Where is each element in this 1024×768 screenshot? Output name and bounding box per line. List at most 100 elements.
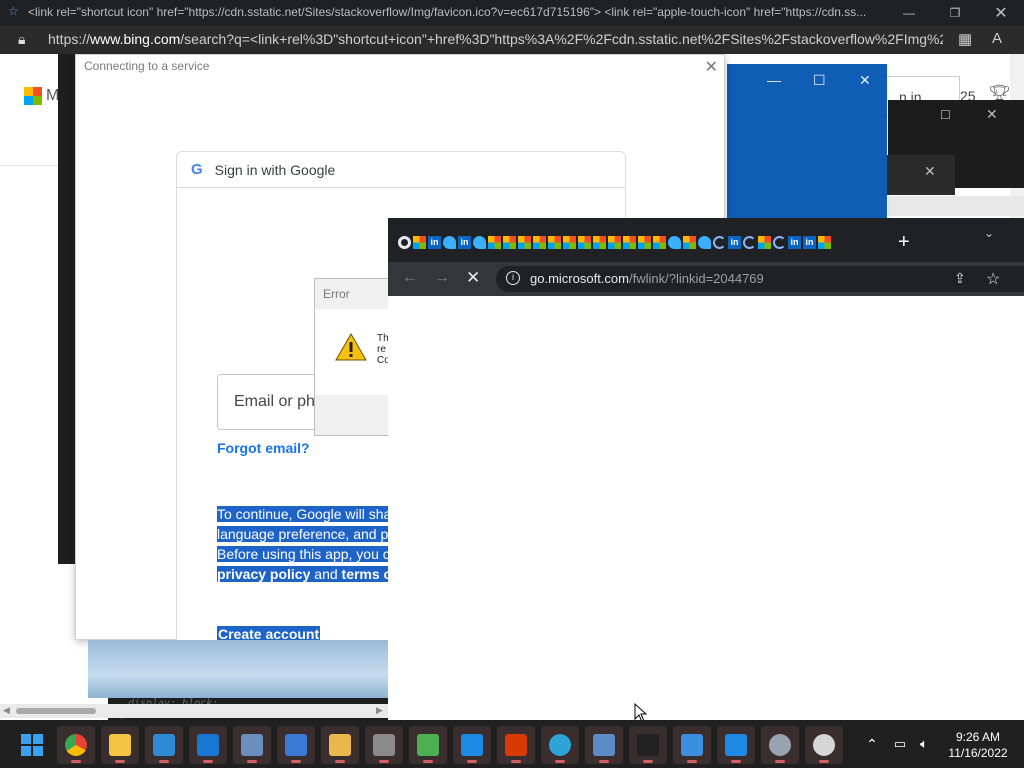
minimize-icon[interactable]: — <box>767 72 781 88</box>
omnibox[interactable]: i go.microsoft.com/fwlink/?linkid=204476… <box>496 266 1024 292</box>
share-icon[interactable]: ⇪ <box>954 270 966 287</box>
forward-icon[interactable]: → <box>434 269 450 287</box>
taskbar-terminal-button[interactable] <box>629 726 667 764</box>
taskbar-chrome-button[interactable] <box>57 726 95 764</box>
linkedin-tab-icon[interactable]: in <box>428 236 441 249</box>
chrome-toolbar: ← → ✕ i go.microsoft.com/fwlink/?linkid=… <box>388 262 1024 296</box>
new-tab-icon[interactable]: + <box>898 231 910 254</box>
chrome-window[interactable]: in in in in in + ⌄ ← → ✕ i go.microsoft.com/… <box>388 218 1024 720</box>
linkedin-tab-icon[interactable]: in <box>803 236 816 249</box>
minimize-icon[interactable]: — <box>886 0 932 26</box>
taskbar-control-panel-button[interactable] <box>585 726 623 764</box>
running-indicator <box>159 760 169 763</box>
taskbar-mail-button[interactable] <box>673 726 711 764</box>
microsoft-tab-icon[interactable] <box>608 236 621 249</box>
microsoft-tab-icon[interactable] <box>818 236 831 249</box>
microsoft-tab-icon[interactable] <box>683 236 696 249</box>
scroll-right-icon[interactable]: ▶ <box>376 705 383 716</box>
taskbar-app-circle-button[interactable] <box>805 726 843 764</box>
microsoft-tab-icon[interactable] <box>533 236 546 249</box>
microsoft-tab-icon[interactable] <box>653 236 666 249</box>
blue-app-window[interactable]: — ☐ ✕ <box>727 64 887 218</box>
info-icon[interactable]: i <box>506 271 520 285</box>
taskbar-user-folder-button[interactable] <box>321 726 359 764</box>
taskbar-spreadsheet-button[interactable] <box>409 726 447 764</box>
microsoft-tab-icon[interactable] <box>488 236 501 249</box>
maximize-icon[interactable]: ☐ <box>813 72 826 89</box>
microsoft-tab-icon[interactable] <box>758 236 771 249</box>
horizontal-scrollbar[interactable]: ◀ ▶ <box>0 704 388 718</box>
start-button[interactable] <box>13 726 51 764</box>
network-icon[interactable]: ▭ <box>890 720 910 768</box>
microsoft-tab-icon[interactable] <box>518 236 531 249</box>
terms-link[interactable]: terms o <box>341 566 393 582</box>
address-url[interactable]: https://www.bing.com/search?q=<link+rel%… <box>48 31 943 47</box>
windows-logo-icon <box>21 734 43 756</box>
edge-tab-icon[interactable] <box>473 236 486 249</box>
microsoft-tab-icon[interactable] <box>503 236 516 249</box>
stop-loading-icon[interactable]: ✕ <box>466 268 480 288</box>
taskbar-settings-button[interactable] <box>761 726 799 764</box>
edge-tab-icon[interactable] <box>443 236 456 249</box>
consent-text: To continue, Google will sha language pr… <box>217 504 417 584</box>
close-icon[interactable]: ✕ <box>705 57 718 77</box>
microsoft-tab-icon[interactable] <box>593 236 606 249</box>
window-title-bar: ☆ <link rel="shortcut icon" href="https:… <box>0 0 1024 26</box>
running-indicator <box>819 760 829 763</box>
close-icon[interactable]: ✕ <box>924 163 936 180</box>
volume-icon[interactable]: 🔈︎ <box>914 720 934 768</box>
taskbar-notepad-button[interactable] <box>277 726 315 764</box>
close-icon[interactable]: ✕ <box>859 72 871 89</box>
taskbar-defender-button[interactable] <box>189 726 227 764</box>
loading-tab-icon[interactable] <box>773 236 786 249</box>
taskbar-file-explorer-button[interactable] <box>101 726 139 764</box>
address-bar[interactable]: 🔒︎ https://www.bing.com/search?q=<link+r… <box>0 26 1024 54</box>
linkedin-tab-icon[interactable]: in <box>788 236 801 249</box>
globe-icon <box>549 734 571 756</box>
microsoft-tab-icon[interactable] <box>623 236 636 249</box>
maximize-icon[interactable]: ❐ <box>932 0 978 26</box>
taskbar-calendar-button[interactable] <box>717 726 755 764</box>
taskbar-clock[interactable]: 9:26 AM 11/16/2022 <box>940 729 1016 761</box>
linkedin-tab-icon[interactable]: in <box>458 236 471 249</box>
microsoft-tab-icon[interactable] <box>413 236 426 249</box>
edge-tab-icon[interactable] <box>698 236 711 249</box>
chrome-tab-icon[interactable] <box>398 236 411 249</box>
error-title: Error <box>323 287 350 301</box>
running-indicator <box>555 760 565 763</box>
running-indicator <box>115 760 125 763</box>
close-icon[interactable]: ✕ <box>978 0 1024 26</box>
read-aloud-icon[interactable]: A <box>992 30 1002 47</box>
lock-icon: 🔒︎ <box>18 31 26 47</box>
taskbar-photos-button[interactable] <box>145 726 183 764</box>
bookmark-star-icon[interactable]: ☆ <box>986 269 1000 289</box>
photos-icon <box>153 734 175 756</box>
taskbar-office-button[interactable] <box>497 726 535 764</box>
back-icon[interactable]: ← <box>402 269 418 287</box>
network-icon <box>241 734 263 756</box>
microsoft-tab-icon[interactable] <box>563 236 576 249</box>
edge-tab-icon[interactable] <box>668 236 681 249</box>
forgot-email-link[interactable]: Forgot email? <box>217 440 310 456</box>
taskbar-mail-window-button[interactable] <box>453 726 491 764</box>
consent-and: and <box>310 566 342 582</box>
apps-icon[interactable]: ▦ <box>958 30 972 48</box>
taskbar-installer-button[interactable] <box>365 726 403 764</box>
loading-tab-icon[interactable] <box>743 236 756 249</box>
linkedin-tab-icon[interactable]: in <box>728 236 741 249</box>
maximize-icon[interactable]: ☐ <box>940 108 951 122</box>
chevron-up-icon[interactable]: ⌃ <box>862 720 882 768</box>
microsoft-tab-icon[interactable] <box>548 236 561 249</box>
loading-tab-icon[interactable] <box>713 236 726 249</box>
omnibox-url[interactable]: go.microsoft.com/fwlink/?linkid=2044769 <box>530 271 764 286</box>
scrollbar-thumb[interactable] <box>16 708 96 714</box>
privacy-policy-link[interactable]: privacy policy <box>217 566 311 582</box>
microsoft-tab-icon[interactable] <box>638 236 651 249</box>
taskbar-globe-button[interactable] <box>541 726 579 764</box>
mail-window-icon <box>461 734 483 756</box>
chevron-down-icon[interactable]: ⌄ <box>984 226 994 240</box>
close-icon[interactable]: ✕ <box>986 106 998 123</box>
taskbar-network-button[interactable] <box>233 726 271 764</box>
microsoft-tab-icon[interactable] <box>578 236 591 249</box>
scroll-left-icon[interactable]: ◀ <box>3 705 10 716</box>
